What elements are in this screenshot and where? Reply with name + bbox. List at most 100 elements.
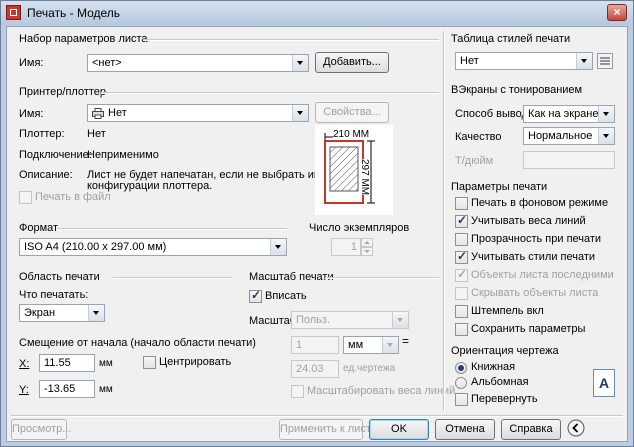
add-page-setup-button[interactable]: Добавить... — [315, 52, 389, 73]
scale-denominator-input[interactable]: 24.03 — [291, 360, 339, 378]
style-table-value: Нет — [460, 55, 479, 67]
footer-separator — [11, 415, 623, 417]
paper-format-value: ISO A4 (210.00 x 297.00 мм) — [24, 241, 167, 253]
chevron-down-icon — [88, 305, 104, 321]
paper-width-label: 210 MM — [333, 129, 370, 140]
printer-separator — [101, 92, 439, 94]
what-to-plot-label: Что печатать: — [19, 289, 89, 301]
offset-x-unit: мм — [99, 358, 113, 369]
option-hide-objects-checkbox[interactable] — [455, 287, 468, 300]
print-to-file-label: Печать в файл — [35, 191, 111, 203]
printer-name-select[interactable]: Нет — [87, 104, 309, 122]
paper-height-label: 297 MM — [359, 159, 370, 196]
offset-group-label: Смещение от начала (начало области печат… — [19, 337, 256, 349]
cancel-button[interactable]: Отмена — [435, 419, 495, 440]
copies-spinner-icon[interactable] — [361, 238, 373, 256]
printer-group-label: Принтер/плоттер — [19, 86, 107, 98]
printer-name-label: Имя: — [19, 108, 44, 120]
chevron-down-icon — [598, 128, 614, 144]
copies-input[interactable]: 1 — [331, 238, 361, 256]
fit-to-paper-label: Вписать — [265, 290, 307, 302]
option-background-checkbox[interactable] — [455, 197, 468, 210]
scale-lineweights-checkbox[interactable] — [291, 385, 304, 398]
print-dialog: Печать - Модель × Набор параметров листа… — [0, 0, 634, 447]
close-button[interactable]: × — [607, 4, 627, 21]
edit-style-table-icon[interactable] — [597, 53, 613, 69]
plot-area-group-label: Область печати — [19, 271, 100, 283]
equals-sign-icon: = — [402, 334, 410, 348]
option-plotstyles-checkbox[interactable] — [455, 249, 468, 264]
offset-y-input[interactable]: -13.65 — [39, 380, 95, 398]
option-paperspace-last-checkbox[interactable] — [455, 267, 468, 282]
offset-y-label: Y: — [19, 384, 29, 396]
option-stamp-checkbox[interactable] — [455, 305, 468, 318]
option-hide-objects-label: Скрывать объекты листа — [471, 287, 599, 299]
orientation-landscape-label: Альбомная — [471, 376, 529, 388]
title-bar[interactable]: Печать - Модель × — [1, 1, 633, 25]
option-paperspace-last-label: Объекты листа последними — [471, 269, 614, 281]
options-group-label: Параметры печати — [451, 181, 548, 193]
scale-select[interactable]: Польз. — [291, 311, 409, 329]
dpi-label: Т/дюйм — [455, 155, 494, 167]
center-plot-checkbox[interactable] — [143, 356, 156, 369]
chevron-down-icon — [292, 105, 308, 121]
scale-group-label: Масштаб печати — [249, 271, 334, 283]
orientation-preview-icon: A — [593, 369, 615, 397]
dialog-body: Набор параметров листа Имя: <нет> Добави… — [6, 26, 628, 442]
scale-separator — [325, 277, 439, 279]
scale-denominator-unit: ед.чертежа — [343, 363, 396, 374]
scale-lineweights-label: Масштабировать веса линий — [307, 385, 456, 397]
offset-y-unit: мм — [99, 384, 113, 395]
chevron-down-icon — [270, 239, 286, 255]
option-transparency-label: Прозрачность при печати — [471, 233, 602, 245]
collapse-options-icon[interactable] — [567, 419, 585, 437]
chevron-down-icon — [576, 53, 592, 69]
offset-x-input[interactable]: 11.55 — [39, 354, 95, 372]
what-to-plot-value: Экран — [24, 307, 56, 319]
plotter-value: Нет — [87, 128, 106, 140]
apply-to-layout-button[interactable]: Применить к листу — [279, 419, 377, 440]
chevron-down-icon — [292, 55, 308, 71]
ok-button[interactable]: OK — [369, 419, 429, 440]
shade-output-select[interactable]: Как на экране — [523, 105, 615, 123]
plotter-label: Плоттер: — [19, 128, 65, 140]
orientation-landscape-radio[interactable] — [455, 377, 467, 389]
scale-unit-value: мм — [348, 339, 364, 351]
shade-output-value: Как на экране — [528, 108, 599, 120]
chevron-down-icon — [382, 337, 398, 353]
offset-x-label: X: — [19, 358, 30, 370]
fit-to-paper-checkbox[interactable] — [249, 288, 262, 303]
format-separator — [57, 228, 287, 230]
printer-properties-button[interactable]: Свойства... — [315, 102, 389, 123]
connection-value: Неприменимо — [87, 149, 159, 161]
print-to-file-checkbox[interactable] — [19, 191, 32, 204]
scale-unit-select[interactable]: мм — [343, 336, 399, 354]
option-plotstyles-label: Учитывать стили печати — [471, 251, 596, 263]
plot-area-separator — [113, 277, 233, 279]
page-setup-name-label: Имя: — [19, 57, 44, 69]
option-transparency-checkbox[interactable] — [455, 233, 468, 246]
upside-down-label: Перевернуть — [471, 393, 538, 405]
help-button[interactable]: Справка — [501, 419, 561, 440]
upside-down-checkbox[interactable] — [455, 393, 468, 406]
autocad-app-icon — [6, 5, 21, 20]
printer-icon — [92, 108, 104, 119]
style-table-select[interactable]: Нет — [455, 52, 593, 70]
orientation-portrait-radio[interactable] — [455, 362, 467, 374]
scale-numerator-input[interactable]: 1 — [291, 336, 339, 354]
chevron-down-icon — [392, 312, 408, 328]
description-label: Описание: — [19, 169, 73, 181]
page-setup-name-value: <нет> — [92, 57, 122, 69]
option-lineweights-checkbox[interactable] — [455, 213, 468, 228]
quality-select[interactable]: Нормальное — [523, 127, 615, 145]
option-stamp-label: Штемпель вкл — [471, 305, 544, 317]
page-setup-group-label: Набор параметров листа — [19, 33, 148, 45]
scale-value: Польз. — [296, 314, 331, 326]
what-to-plot-select[interactable]: Экран — [19, 304, 105, 322]
dpi-input[interactable] — [523, 151, 615, 169]
preview-button[interactable]: Просмотр... — [11, 419, 71, 440]
window-title: Печать - Модель — [27, 6, 121, 20]
paper-format-select[interactable]: ISO A4 (210.00 x 297.00 мм) — [19, 238, 287, 256]
page-setup-name-select[interactable]: <нет> — [87, 54, 309, 72]
option-save-changes-checkbox[interactable] — [455, 323, 468, 336]
